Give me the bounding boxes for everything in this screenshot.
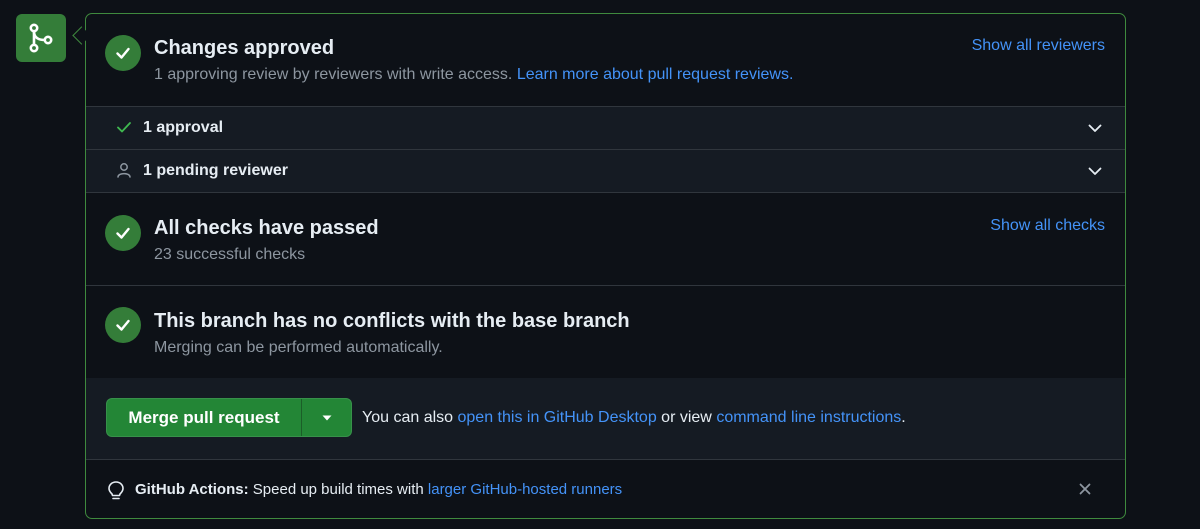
conflicts-section: This branch has no conflicts with the ba…	[86, 286, 1125, 378]
pending-reviewer-row[interactable]: 1 pending reviewer	[86, 149, 1125, 192]
merge-area: Merge pull request You can also open thi…	[86, 378, 1125, 459]
review-section: Changes approved 1 approving review by r…	[86, 14, 1125, 106]
footer-message: Speed up build times with	[252, 481, 424, 498]
chevron-down-icon	[1088, 124, 1102, 132]
show-all-checks-link[interactable]: Show all checks	[990, 217, 1105, 235]
footer-text: GitHub Actions: Speed up build times wit…	[135, 481, 622, 498]
check-circle-icon	[105, 307, 141, 343]
review-subtitle: 1 approving review by reviewers with wri…	[154, 66, 793, 84]
merge-method-dropdown[interactable]	[302, 399, 351, 436]
show-all-reviewers-link[interactable]: Show all reviewers	[972, 37, 1105, 55]
check-circle-icon	[105, 35, 141, 71]
review-subtitle-text: 1 approving review by reviewers with wri…	[154, 66, 513, 83]
checks-title: All checks have passed	[154, 217, 379, 239]
merge-pull-request-button[interactable]: Merge pull request	[107, 399, 301, 436]
merge-hint-middle: or view	[661, 409, 712, 426]
command-line-instructions-link[interactable]: command line instructions	[716, 409, 901, 426]
learn-more-link[interactable]: Learn more about pull request reviews.	[517, 66, 794, 83]
approval-row[interactable]: 1 approval	[86, 106, 1125, 149]
review-title: Changes approved	[154, 37, 335, 59]
conflicts-title: This branch has no conflicts with the ba…	[154, 310, 630, 332]
person-icon	[117, 163, 131, 178]
triangle-down-icon	[322, 415, 331, 420]
git-merge-icon	[16, 14, 66, 62]
check-circle-icon	[105, 215, 141, 251]
check-icon	[117, 122, 131, 133]
approval-row-label: 1 approval	[143, 119, 224, 136]
chevron-down-icon	[1088, 167, 1102, 175]
hosted-runners-link[interactable]: larger GitHub-hosted runners	[428, 481, 622, 498]
footer-label: GitHub Actions:	[135, 481, 249, 498]
checks-section: All checks have passed 23 successful che…	[86, 193, 1125, 285]
merge-box: Changes approved 1 approving review by r…	[85, 13, 1126, 519]
conflicts-subtitle: Merging can be performed automatically.	[154, 339, 443, 356]
merge-button-group: Merge pull request	[106, 398, 352, 437]
pending-row-label: 1 pending reviewer	[143, 162, 288, 179]
merge-hint: You can also open this in GitHub Desktop…	[362, 409, 906, 427]
close-icon[interactable]	[1077, 481, 1093, 497]
merge-hint-prefix: You can also	[362, 409, 454, 426]
light-bulb-icon	[108, 481, 124, 500]
merge-hint-suffix: .	[901, 409, 906, 426]
github-desktop-link[interactable]: open this in GitHub Desktop	[458, 409, 657, 426]
checks-subtitle: 23 successful checks	[154, 246, 306, 263]
actions-footer: GitHub Actions: Speed up build times wit…	[86, 459, 1125, 518]
